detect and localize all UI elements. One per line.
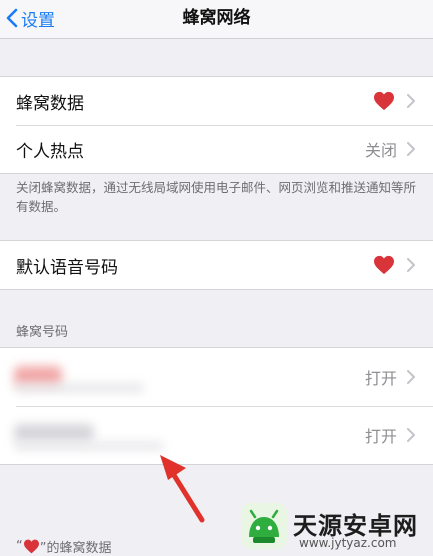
chevron-right-icon (407, 258, 415, 272)
default-voice-number-label: 默认语音号码 (16, 257, 118, 278)
page-title: 蜂窝网络 (182, 8, 251, 28)
android-logo-icon (241, 503, 287, 549)
watermark-logo: 天源安卓网 www.jytyaz.com (235, 500, 433, 554)
personal-hotspot-row[interactable]: 个人热点 关闭 (0, 125, 433, 173)
blurred-number-label (14, 420, 365, 450)
personal-hotspot-value: 关闭 (364, 141, 397, 160)
cellular-number-status: 打开 (364, 427, 397, 446)
cellular-data-footnote: 关闭蜂窝数据，通过无线局域网使用电子邮件、网页浏览和推送通知等所有数据。 (16, 180, 417, 214)
chevron-right-icon (407, 370, 415, 384)
watermark-url: www.jytyaz.com (299, 536, 397, 550)
section-header: 蜂窝号码 (16, 325, 69, 340)
annotation-arrow-icon (160, 455, 205, 523)
open-quote: “ (16, 539, 23, 554)
cellular-settings-group: 蜂窝数据 个人热点 关闭 (0, 76, 433, 174)
cellular-number-status: 打开 (364, 369, 397, 388)
heart-icon (373, 255, 395, 275)
default-voice-number-row[interactable]: 默认语音号码 (0, 241, 433, 289)
bottom-note-text: ”的蜂窝数据 (39, 541, 112, 556)
heart-icon (23, 539, 39, 554)
blurred-number-label (14, 362, 365, 392)
chevron-right-icon (407, 428, 415, 442)
heart-icon (373, 91, 395, 111)
personal-hotspot-label: 个人热点 (16, 141, 84, 162)
cellular-number-row[interactable]: 打开 (0, 348, 433, 406)
voice-settings-group: 默认语音号码 (0, 240, 433, 290)
cellular-data-label: 蜂窝数据 (16, 93, 84, 114)
cellular-numbers-group: 打开 打开 (0, 347, 433, 465)
bottom-section-header: “ ”的蜂窝数据 (16, 537, 112, 556)
navigation-bar: 设置 蜂窝网络 (0, 0, 433, 39)
chevron-right-icon (407, 142, 415, 156)
cellular-data-row[interactable]: 蜂窝数据 (0, 77, 433, 125)
chevron-right-icon (407, 94, 415, 108)
